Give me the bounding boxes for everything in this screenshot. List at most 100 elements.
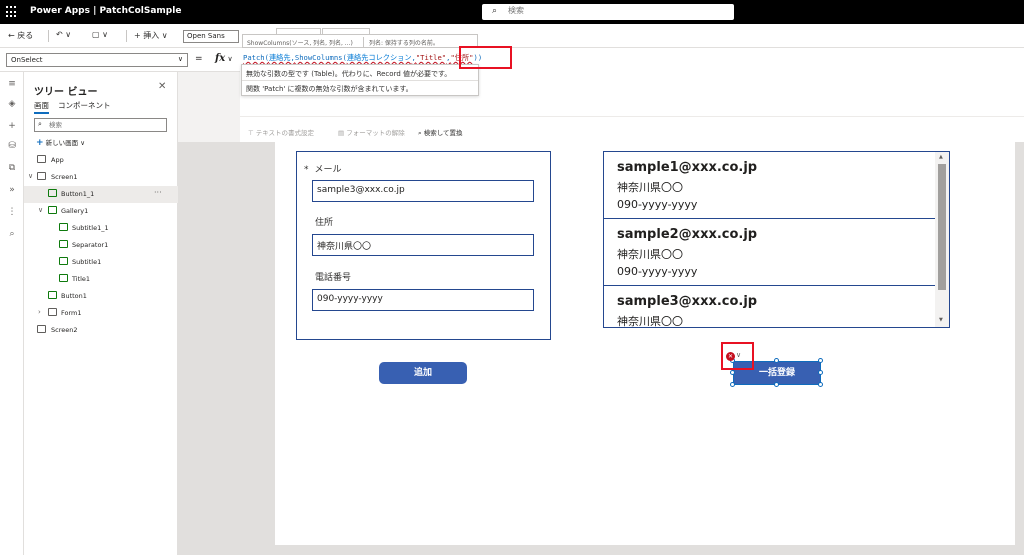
title-bar: Power Apps | PatchColSample ⌕: [0, 0, 1024, 24]
label-icon: [59, 274, 68, 282]
paste-icon[interactable]: ▢ ∨: [92, 30, 108, 39]
search-icon[interactable]: ⌕: [6, 228, 18, 240]
find-replace-button[interactable]: ⌕ 検索して置換: [418, 127, 463, 138]
error-message: 関数 'Patch' に複数の無効な引数が含まれています。: [246, 85, 413, 93]
address-field[interactable]: 神奈川県〇〇: [312, 234, 534, 256]
screen-icon: [37, 172, 46, 180]
gallery-item-title: sample3@xxx.co.jp: [617, 294, 758, 309]
error-message: 無効な引数の型です (Table)。代わりに、Record 値が必要です。: [246, 70, 452, 78]
screen-icon: [37, 325, 46, 333]
highlight-box: [721, 342, 754, 370]
fx-icon[interactable]: fx ∨: [215, 53, 233, 64]
phone-label: 電話番号: [315, 273, 352, 283]
formula-error-popup: 無効な引数の型です (Table)。代わりに、Record 値が必要です。 関数…: [241, 64, 479, 96]
resize-handle[interactable]: [818, 382, 823, 387]
data-icon[interactable]: ⛁: [6, 140, 18, 152]
app-title: Power Apps | PatchColSample: [30, 6, 182, 16]
chevron-right-icon[interactable]: ›: [38, 308, 41, 316]
insert-button[interactable]: + 挿入 ∨: [134, 30, 168, 41]
chevron-down-icon[interactable]: ∨: [28, 172, 33, 180]
gallery-item[interactable]: sample1@xxx.co.jp 神奈川県〇〇 090-yyyy-yyyy: [604, 152, 939, 219]
gallery-item-address: 神奈川県〇〇: [617, 248, 683, 261]
search-icon: ⌕: [492, 6, 498, 16]
tree-node-app[interactable]: App: [24, 152, 178, 169]
scroll-down-icon[interactable]: ▼: [939, 317, 943, 323]
gallery-item-title: sample2@xxx.co.jp: [617, 227, 758, 242]
button-icon: [48, 189, 57, 197]
chevron-down-icon[interactable]: ∨: [38, 206, 43, 214]
remove-format-button[interactable]: ▤ フォーマットの解除: [338, 127, 405, 137]
gallery-icon: [48, 206, 57, 214]
format-text-button[interactable]: ⊤ テキストの書式設定: [248, 127, 314, 137]
app-launcher-icon[interactable]: [6, 6, 18, 18]
resize-handle[interactable]: [730, 382, 735, 387]
scroll-up-icon[interactable]: ▲: [939, 154, 943, 160]
insert-icon[interactable]: +: [6, 120, 18, 132]
global-search-input[interactable]: [508, 6, 708, 15]
phone-field[interactable]: 090-yyyy-yyyy: [312, 289, 534, 311]
variables-icon[interactable]: ⋮: [6, 206, 18, 218]
gallery1[interactable]: sample1@xxx.co.jp 神奈川県〇〇 090-yyyy-yyyy s…: [603, 151, 950, 328]
font-select[interactable]: Open Sans: [183, 30, 239, 43]
resize-handle[interactable]: [818, 358, 823, 363]
new-screen-button[interactable]: + 新しい画面 ∨: [36, 137, 85, 148]
equals-sign: =: [195, 54, 203, 64]
power-automate-icon[interactable]: »: [6, 184, 18, 196]
resize-handle[interactable]: [774, 358, 779, 363]
gallery-item-address: 神奈川県〇〇: [617, 181, 683, 194]
tree-node-button1-1[interactable]: Button1_1 ···: [24, 186, 178, 203]
tree-node-screen2[interactable]: Screen2: [24, 322, 178, 339]
global-search[interactable]: ⌕: [482, 4, 734, 20]
form-icon: [48, 308, 57, 316]
highlight-box: [459, 46, 512, 69]
gallery-item[interactable]: sample3@xxx.co.jp 神奈川県〇〇: [604, 286, 939, 328]
add-button[interactable]: 追加: [379, 362, 467, 384]
close-icon[interactable]: ✕: [158, 81, 166, 92]
back-button[interactable]: ← 戻る: [8, 30, 33, 41]
address-label: 住所: [315, 218, 334, 228]
label-icon: [59, 223, 68, 231]
gallery-item-address: 神奈川県〇〇: [617, 315, 683, 328]
formula-text[interactable]: Patch(連絡先,ShowColumns(連絡先コレクション,"Title",…: [243, 53, 482, 63]
undo-icon[interactable]: ↶ ∨: [56, 30, 71, 39]
tree-node-subtitle1[interactable]: Subtitle1: [24, 254, 178, 271]
separator-icon: [59, 240, 68, 248]
scrollbar-thumb[interactable]: [938, 164, 946, 290]
tree-node-title1[interactable]: Title1: [24, 271, 178, 288]
tree-view-icon[interactable]: ◈: [6, 98, 18, 110]
more-options-icon[interactable]: ···: [154, 188, 162, 197]
left-rail: ≡ ◈ + ⛁ ⧉ » ⋮ ⌕: [0, 72, 24, 555]
tree-view-title: ツリー ビュー: [34, 87, 98, 98]
gallery-item-title: sample1@xxx.co.jp: [617, 160, 758, 175]
text-toolbar: ⊤ テキストの書式設定 ▤ フォーマットの解除 ⌕ 検索して置換: [240, 116, 1024, 142]
media-icon[interactable]: ⧉: [6, 162, 18, 174]
tab-components[interactable]: コンポーネント: [58, 100, 111, 111]
function-signature-tooltip: ShowColumns(ソース, 列名, 列名, ...) 列名: 保持する列の…: [242, 34, 478, 48]
search-icon: ⌕: [38, 120, 42, 128]
tree-search-input[interactable]: [49, 121, 159, 129]
resize-handle[interactable]: [730, 370, 735, 375]
tree-node-button1[interactable]: Button1: [24, 288, 178, 305]
tree-view-panel: ツリー ビュー ✕ 画面 コンポーネント ⌕ + 新しい画面 ∨ App ∨ S…: [24, 72, 178, 555]
gallery-item-phone: 090-yyyy-yyyy: [617, 198, 698, 211]
gallery-scrollbar[interactable]: ▲ ▼: [935, 152, 949, 327]
label-icon: [59, 257, 68, 265]
gallery-item[interactable]: sample2@xxx.co.jp 神奈川県〇〇 090-yyyy-yyyy: [604, 219, 939, 286]
tab-screens[interactable]: 画面: [34, 100, 49, 114]
email-field[interactable]: sample3@xxx.co.jp: [312, 180, 534, 202]
resize-handle[interactable]: [818, 370, 823, 375]
gallery-item-phone: 090-yyyy-yyyy: [617, 265, 698, 278]
command-bar: ← 戻る ↶ ∨ ▢ ∨ + 挿入 ∨ Open Sans: [0, 24, 1024, 48]
property-select[interactable]: OnSelect ∨: [6, 53, 188, 67]
tree-node-gallery1[interactable]: ∨ Gallery1: [24, 203, 178, 220]
menu-icon[interactable]: ≡: [6, 78, 18, 90]
button-icon: [48, 291, 57, 299]
tree-node-screen1[interactable]: ∨ Screen1: [24, 169, 178, 186]
resize-handle[interactable]: [774, 382, 779, 387]
tree-search[interactable]: ⌕: [34, 118, 167, 132]
tree-node-subtitle1-1[interactable]: Subtitle1_1: [24, 220, 178, 237]
tree-node-form1[interactable]: › Form1: [24, 305, 178, 322]
email-label: * メール: [304, 165, 342, 175]
chevron-down-icon: ∨: [177, 55, 183, 63]
tree-node-separator1[interactable]: Separator1: [24, 237, 178, 254]
